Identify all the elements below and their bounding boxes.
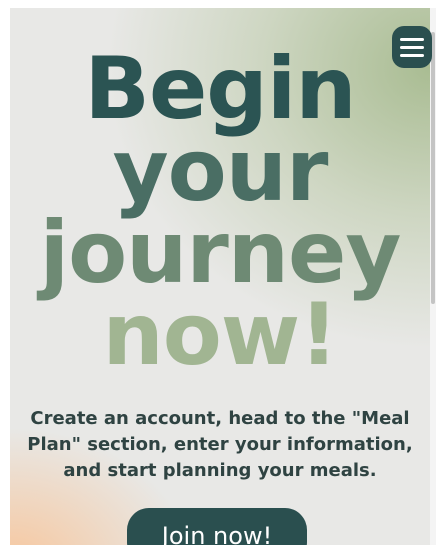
hamburger-menu-icon-bar <box>400 54 424 57</box>
menu-button[interactable] <box>392 26 432 68</box>
hamburger-menu-icon-bar <box>400 46 424 49</box>
title-word-your: your <box>112 121 329 221</box>
hero-description: Create an account, head to the "Meal Pla… <box>27 408 413 481</box>
title-word-begin: Begin <box>84 39 356 139</box>
join-now-button[interactable]: Join now! <box>127 508 307 545</box>
hero-section: Begin your journey now! Create an accoun… <box>10 8 430 545</box>
title-word-now: now! <box>102 285 339 385</box>
scrollbar[interactable] <box>430 8 436 545</box>
hero-title: Begin your journey now! <box>10 39 430 385</box>
scrollbar-thumb[interactable] <box>431 32 435 304</box>
title-word-journey: journey <box>39 203 402 303</box>
hamburger-menu-icon <box>400 38 424 41</box>
